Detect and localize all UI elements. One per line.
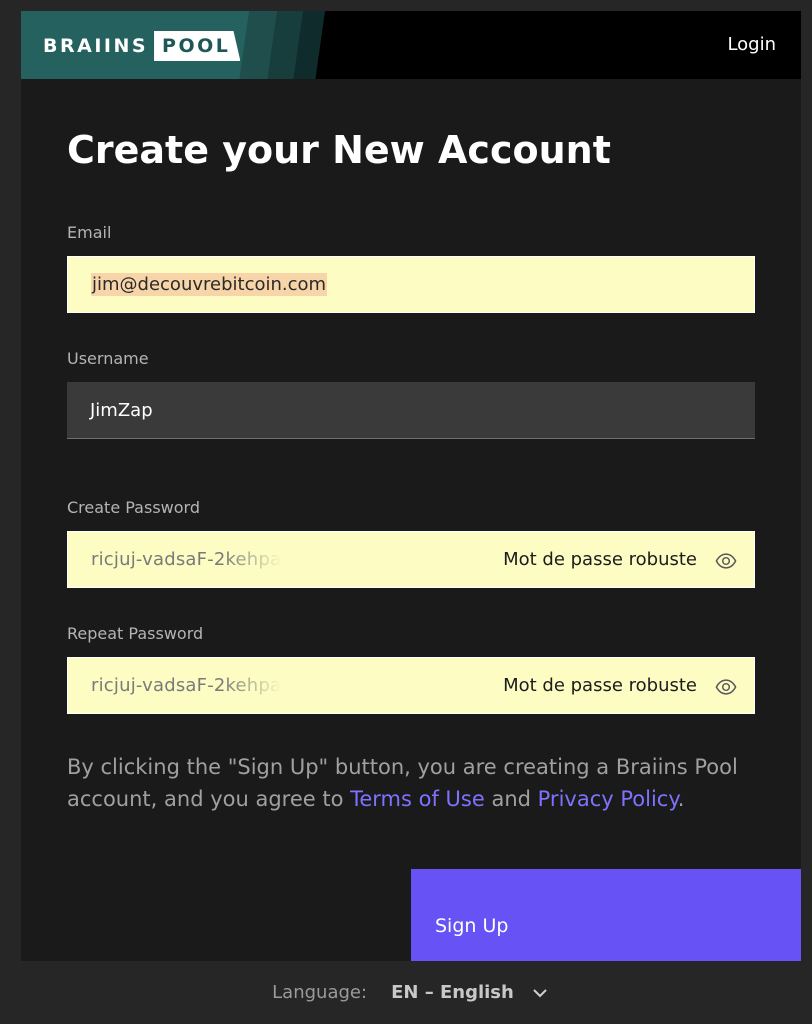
email-label: Email (67, 223, 112, 242)
repeat-password-value: ricjuj-vadsaF-2kehpa (91, 675, 281, 696)
username-value: JimZap (90, 399, 153, 421)
language-selector[interactable]: Language: EN – English (0, 961, 812, 1024)
username-label: Username (67, 349, 149, 368)
logo-word: BRAIINS (43, 35, 149, 57)
language-label: Language: (272, 982, 368, 1003)
privacy-policy-link[interactable]: Privacy Policy (538, 787, 678, 811)
eye-icon[interactable] (715, 676, 737, 698)
top-bar: BRAIINS POOL Login (21, 11, 801, 79)
terms-suffix: . (677, 787, 685, 811)
terms-of-use-link[interactable]: Terms of Use (350, 787, 485, 811)
chevron-down-icon[interactable] (532, 988, 548, 998)
braiins-pool-logo[interactable]: BRAIINS POOL (43, 31, 241, 61)
language-value[interactable]: EN – English (391, 982, 514, 1003)
create-password-value: ricjuj-vadsaF-2kehpa (91, 549, 281, 570)
email-field[interactable]: jim@decouvrebitcoin.com (67, 256, 755, 313)
email-value: jim@decouvrebitcoin.com (91, 273, 328, 296)
repeat-password-label: Repeat Password (67, 624, 204, 643)
create-password-label: Create Password (67, 498, 200, 517)
signup-panel: BRAIINS POOL Login Create your New Accou… (21, 11, 801, 961)
terms-middle: and (484, 787, 538, 811)
password-strength-hint: Mot de passe robuste (503, 549, 697, 570)
sign-up-button[interactable]: Sign Up (411, 869, 801, 961)
repeat-password-field[interactable]: ricjuj-vadsaF-2kehpa Mot de passe robust… (67, 657, 755, 714)
username-field[interactable]: JimZap (67, 382, 755, 439)
password-strength-hint: Mot de passe robuste (503, 675, 697, 696)
logo-badge: POOL (154, 31, 241, 61)
eye-icon[interactable] (715, 550, 737, 572)
page-title: Create your New Account (67, 128, 611, 172)
create-password-field[interactable]: ricjuj-vadsaF-2kehpa Mot de passe robust… (67, 531, 755, 588)
terms-notice: By clicking the "Sign Up" button, you ar… (67, 751, 747, 815)
login-link[interactable]: Login (727, 34, 776, 55)
